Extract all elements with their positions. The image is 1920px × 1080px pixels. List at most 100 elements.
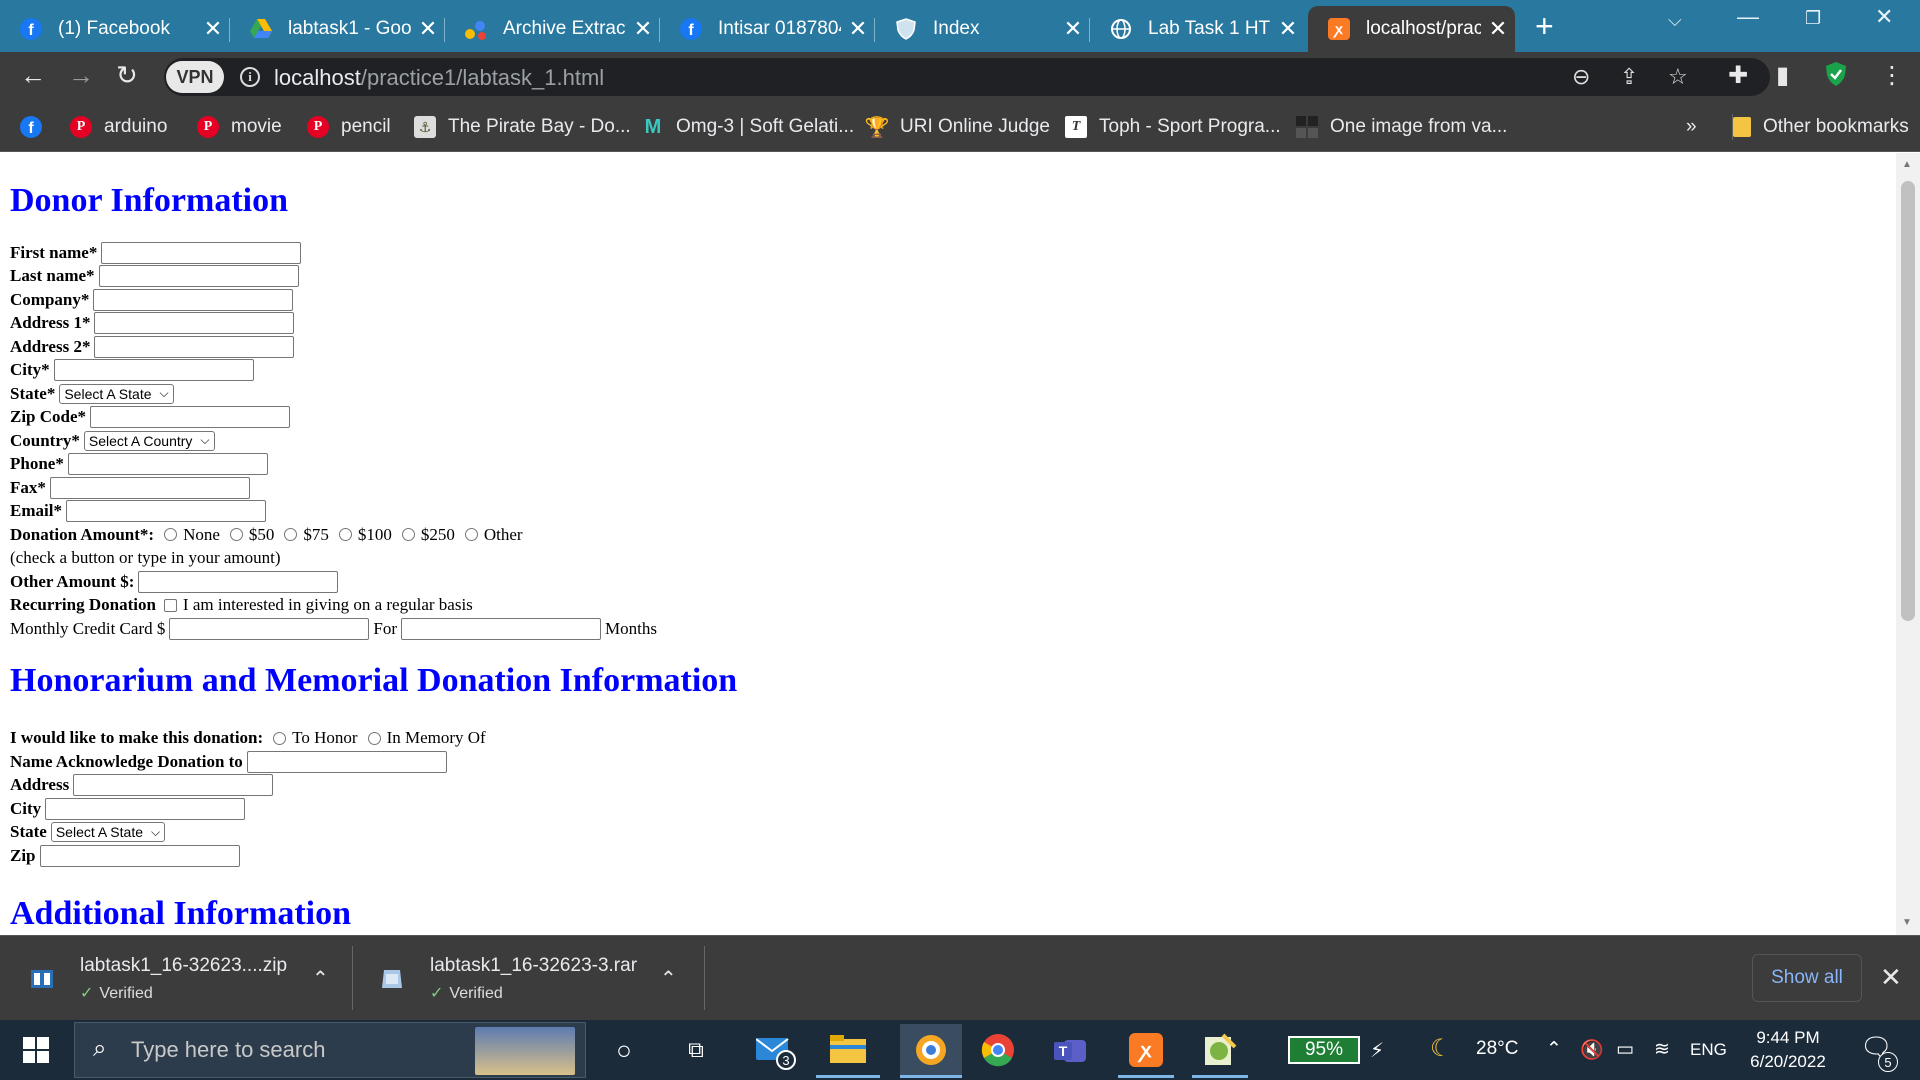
site-info-icon[interactable]: i [240, 67, 260, 87]
company-input[interactable] [93, 288, 294, 311]
url-text[interactable]: localhost/practice1/labtask_1.html [274, 65, 604, 91]
close-tab-icon[interactable]: ✕ [626, 16, 660, 42]
in-memory-radio[interactable] [367, 731, 381, 745]
teams-icon[interactable]: T [1050, 1028, 1094, 1072]
bookmark-pencil[interactable]: Ppencil [307, 114, 391, 140]
bookmark-one-image[interactable]: One image from va... [1296, 114, 1507, 140]
amount-other-radio[interactable] [464, 528, 478, 542]
amount-50-radio[interactable] [229, 528, 243, 542]
zoom-icon[interactable]: ⊖ [1572, 64, 1590, 90]
file-explorer-icon[interactable] [826, 1028, 870, 1072]
page-scrollbar[interactable]: ▲ ▼ [1896, 153, 1920, 935]
fax-input[interactable] [49, 476, 250, 499]
bookmark-uri-online-judge[interactable]: 🏆 URI Online Judge [865, 114, 1050, 140]
taskbar-clock[interactable]: 9:44 PM 6/20/2022 [1738, 1026, 1838, 1074]
vpn-browser-app-icon[interactable] [900, 1024, 962, 1076]
extensions-puzzle-icon[interactable]: ✚ [1728, 61, 1748, 90]
first-name-input[interactable] [101, 241, 302, 264]
browser-menu-icon[interactable]: ⋮ [1880, 61, 1904, 90]
country-select[interactable]: Select A Country ⌵ [83, 430, 215, 451]
download-item-zip[interactable]: labtask1_16-32623....zip ✓ Verified ⌃ [0, 936, 350, 1021]
other-bookmarks[interactable]: Other bookmarks [1732, 114, 1909, 140]
bookmark-toph[interactable]: T Toph - Sport Progra... [1065, 114, 1281, 140]
recurring-checkbox[interactable] [163, 598, 177, 612]
bookmark-star-icon[interactable]: ☆ [1668, 64, 1688, 90]
close-downloads-bar-icon[interactable]: ✕ [1880, 962, 1902, 993]
phone-input[interactable] [67, 453, 268, 476]
vpn-badge[interactable]: VPN [166, 61, 224, 93]
chevron-up-icon[interactable]: ⌃ [660, 966, 677, 991]
scroll-up-arrow-icon[interactable]: ▲ [1902, 159, 1912, 170]
months-count-input[interactable] [400, 617, 601, 640]
honor-state-select[interactable]: Select A State ⌵ [50, 822, 166, 843]
bookmark-pirate-bay[interactable]: ⚓ The Pirate Bay - Do... [414, 114, 631, 140]
close-window-icon[interactable]: ✕ [1875, 4, 1893, 30]
to-honor-radio[interactable] [273, 731, 287, 745]
scrollbar-thumb[interactable] [1901, 181, 1915, 621]
amount-75-radio[interactable] [284, 528, 298, 542]
input-language[interactable]: ENG [1690, 1040, 1727, 1060]
tab-localhost-practice[interactable]: ꭗ localhost/pract ✕ [1308, 6, 1515, 52]
bookmark-facebook[interactable]: f [20, 114, 54, 140]
task-view-icon[interactable]: ⧉ [678, 1030, 714, 1070]
show-all-downloads-button[interactable]: Show all [1752, 954, 1862, 1002]
address2-input[interactable] [94, 335, 295, 358]
monthly-cc-input[interactable] [169, 617, 370, 640]
close-tab-icon[interactable]: ✕ [1271, 16, 1305, 42]
close-tab-icon[interactable]: ✕ [196, 16, 230, 42]
reload-icon[interactable]: ↻ [116, 60, 138, 91]
chrome-icon[interactable] [976, 1028, 1020, 1072]
honor-address-input[interactable] [73, 774, 274, 797]
honor-city-input[interactable] [45, 797, 246, 820]
xampp-icon[interactable]: ꭗ [1124, 1028, 1168, 1072]
amount-250-radio[interactable] [401, 528, 415, 542]
side-panel-icon[interactable]: ▮ [1776, 61, 1789, 90]
speaker-muted-icon[interactable]: 🔇 [1580, 1038, 1604, 1062]
bookmarks-overflow-chevron[interactable]: » [1686, 114, 1697, 140]
scroll-down-arrow-icon[interactable]: ▼ [1902, 917, 1912, 928]
zip-input[interactable] [90, 406, 291, 429]
wifi-icon[interactable]: ≋ [1654, 1038, 1670, 1061]
weather-temperature[interactable]: 28°C [1476, 1038, 1518, 1060]
bookmark-movie[interactable]: Pmovie [197, 114, 282, 140]
email-input[interactable] [65, 500, 266, 523]
tab-index[interactable]: Index ✕ [875, 6, 1090, 52]
weather-moon-icon[interactable]: ☾ [1430, 1034, 1452, 1063]
tab-search-chevron-icon[interactable]: ⌵ [1668, 10, 1682, 31]
chevron-up-icon[interactable]: ⌃ [312, 966, 329, 991]
tab-archive-extractor[interactable]: Archive Extract ✕ [445, 6, 660, 52]
city-input[interactable] [53, 359, 254, 382]
tab-facebook[interactable]: f (1) Facebook ✕ [0, 6, 230, 52]
state-select[interactable]: Select A State ⌵ [59, 383, 174, 404]
ack-name-input[interactable] [246, 750, 447, 773]
share-icon[interactable]: ⇪ [1620, 64, 1638, 90]
tab-lab-task-1-html[interactable]: Lab Task 1 HTM ✕ [1090, 6, 1305, 52]
bookmark-omg3[interactable]: M Omg-3 | Soft Gelati... [642, 114, 854, 140]
battery-indicator[interactable]: 95% [1288, 1036, 1360, 1064]
address-bar[interactable]: VPN i localhost/practice1/labtask_1.html… [164, 58, 1770, 96]
minimize-icon[interactable]: — [1737, 4, 1759, 30]
restore-window-icon[interactable]: ❐ [1805, 8, 1821, 29]
amount-none-radio[interactable] [164, 528, 178, 542]
taskbar-search-box[interactable]: ⌕ Type here to search [74, 1022, 586, 1078]
tab-labtask1-drive[interactable]: labtask1 - Goo ✕ [230, 6, 445, 52]
new-tab-button[interactable]: + [1535, 8, 1554, 44]
address1-input[interactable] [94, 312, 295, 335]
close-tab-icon[interactable]: ✕ [1056, 16, 1090, 42]
close-tab-icon[interactable]: ✕ [411, 16, 445, 42]
battery-tray-icon[interactable]: ▭ [1616, 1038, 1634, 1061]
amount-100-radio[interactable] [338, 528, 352, 542]
notepad-plus-plus-icon[interactable] [1198, 1028, 1242, 1072]
show-hidden-icons-chevron[interactable]: ⌃ [1546, 1038, 1562, 1061]
shield-check-extension-icon[interactable] [1824, 61, 1848, 94]
bookmark-arduino[interactable]: Parduino [70, 114, 167, 140]
close-tab-icon[interactable]: ✕ [841, 16, 875, 42]
cortana-circle-icon[interactable]: ○ [606, 1030, 642, 1070]
last-name-input[interactable] [98, 265, 299, 288]
mail-app-icon[interactable]: 3 [752, 1028, 796, 1072]
close-tab-icon[interactable]: ✕ [1481, 16, 1515, 42]
windows-start-icon[interactable] [18, 1030, 54, 1070]
download-item-rar[interactable]: labtask1_16-32623-3.rar ✓ Verified ⌃ [350, 936, 700, 1021]
honor-zip-input[interactable] [39, 844, 240, 867]
back-arrow-icon[interactable]: ← [20, 60, 46, 91]
